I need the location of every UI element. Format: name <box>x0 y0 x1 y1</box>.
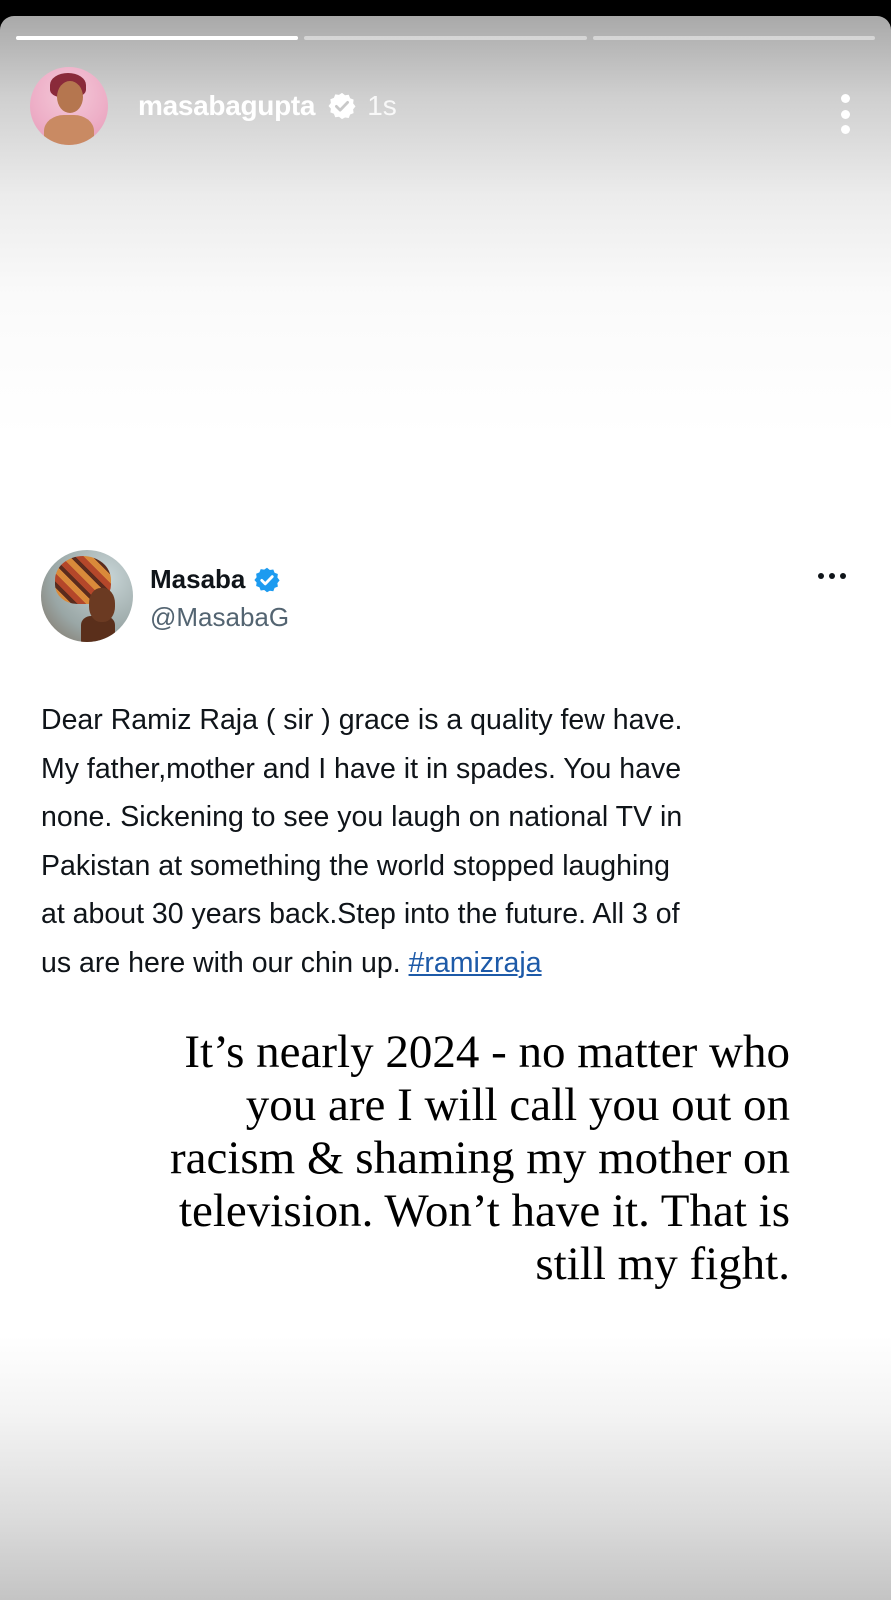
verified-badge-icon <box>328 92 356 120</box>
caption-line: racism & shaming my mother on <box>169 1132 790 1184</box>
tweet-author-name: Masaba <box>150 564 281 595</box>
tweet-line: Pakistan at something the world stopped … <box>41 849 670 882</box>
story-viewer[interactable]: masabagupta 1s Masaba @MasabaG Dear Rami… <box>0 16 891 1600</box>
more-vertical-icon[interactable] <box>839 94 851 134</box>
tweet-line: none. Sickening to see you laugh on nati… <box>41 801 683 833</box>
story-caption-text: It’s nearly 2024 - no matter who you are… <box>30 1026 790 1291</box>
tweet-screenshot-card: Masaba @MasabaG Dear Ramiz Raja ( sir ) … <box>0 520 891 1000</box>
tweet-body: Dear Ramiz Raja ( sir ) grace is a quali… <box>41 696 851 987</box>
tweet-author-name-text: Masaba <box>150 564 246 594</box>
caption-line: television. Won’t have it. That is <box>178 1185 790 1237</box>
tweet-line: at about 30 years back.Step into the fut… <box>41 898 680 930</box>
tweet-line: us are here with our chin up. <box>41 946 409 979</box>
post-time: 1s <box>367 90 397 121</box>
username-link[interactable]: masabagupta <box>138 90 316 122</box>
story-progress-bar <box>16 36 875 40</box>
tweet-line: Dear Ramiz Raja ( sir ) grace is a quali… <box>41 704 683 736</box>
profile-avatar[interactable] <box>30 67 108 145</box>
more-horizontal-icon <box>818 573 846 579</box>
progress-segment <box>592 36 875 40</box>
caption-line: you are I will call you out on <box>245 1079 790 1131</box>
progress-segment <box>16 36 299 40</box>
tweet-author-handle: @MasabaG <box>150 602 290 632</box>
hashtag-link: #ramizraja <box>408 946 542 979</box>
verified-badge-icon <box>254 567 280 592</box>
caption-line: It’s nearly 2024 - no matter who <box>184 1026 790 1078</box>
tweet-line: My father,mother and I have it in spades… <box>41 752 682 785</box>
story-header: masabagupta 1s <box>30 66 851 146</box>
tweet-author-avatar <box>41 550 133 642</box>
progress-segment <box>304 36 587 40</box>
caption-line: still my fight. <box>535 1238 790 1290</box>
